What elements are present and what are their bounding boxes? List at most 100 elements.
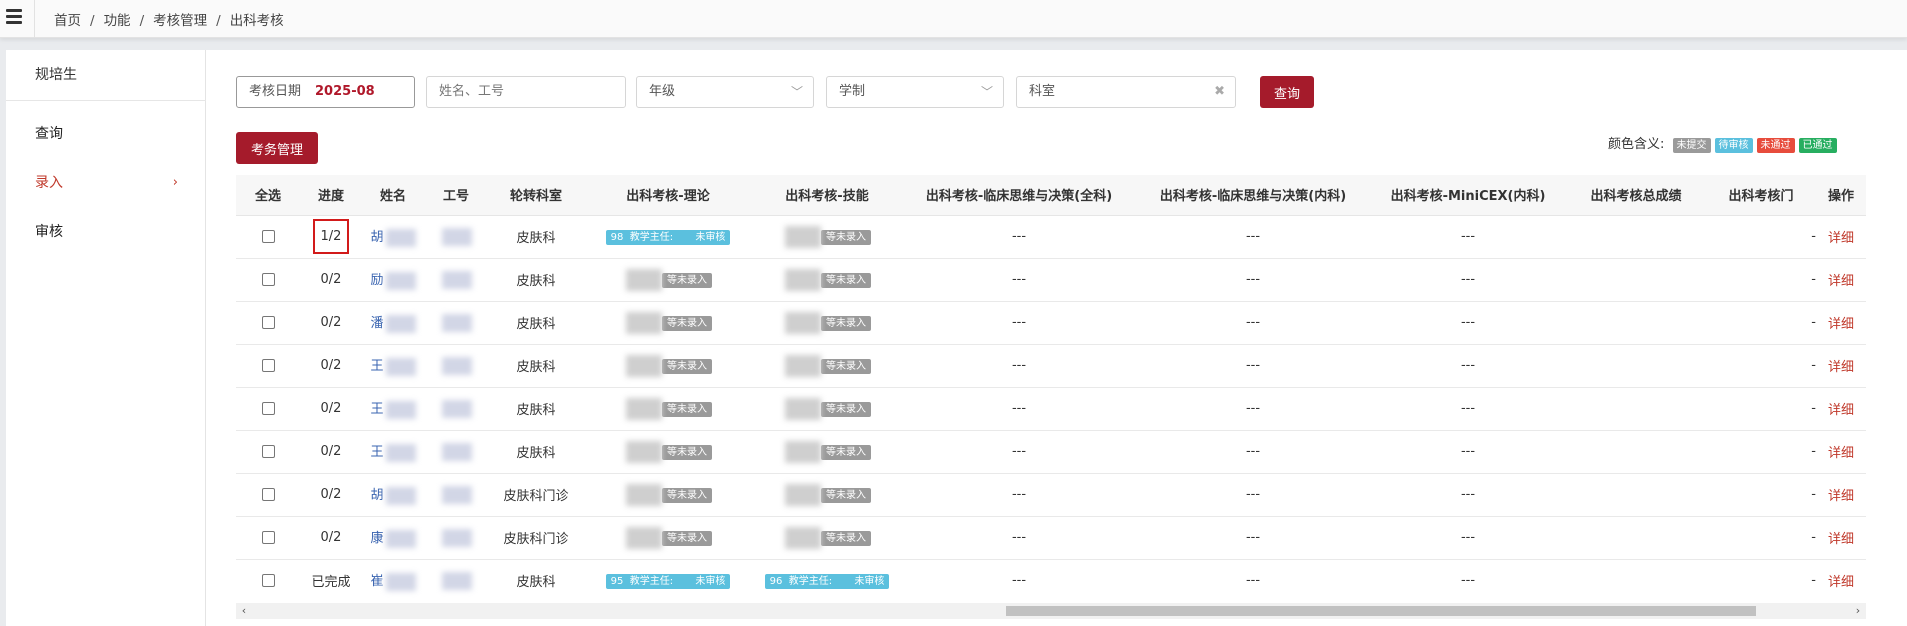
detail-link[interactable]: 详细 [1828,532,1854,547]
redacted-name [385,271,416,290]
row-checkbox[interactable] [261,531,275,544]
student-name[interactable]: 康 [370,531,383,546]
schooling-select[interactable]: 学制 ﹀ [826,76,1004,108]
row-checkbox[interactable] [261,230,275,243]
rotation-dept: 皮肤科 [488,215,584,259]
detail-link[interactable]: 详细 [1828,274,1854,289]
row-checkbox[interactable] [261,359,275,372]
student-name[interactable]: 潘 [370,316,383,331]
redacted-id [442,399,472,418]
skill-badge[interactable]: 等未录入 [821,359,871,374]
date-filter[interactable]: 考核日期 2025-08 [236,76,415,108]
name-search-field[interactable] [426,76,626,108]
detail-link[interactable]: 详细 [1828,446,1854,461]
legend-passed: 已通过 [1798,138,1837,153]
schooling-select-label: 学制 [839,84,866,99]
sidebar-item-label: 查询 [35,126,63,142]
query-button[interactable]: 查询 [1260,76,1314,108]
detail-link[interactable]: 详细 [1828,317,1854,332]
student-name[interactable]: 王 [370,359,383,374]
door-cell: - [1706,387,1816,431]
breadcrumb-function[interactable]: 功能 [104,13,131,29]
student-name[interactable]: 胡 [370,488,383,503]
header-select-all[interactable]: 全选 [236,175,300,216]
clinical-im-cell: --- [1136,301,1370,345]
table-row: 0/2 励 皮肤科 等未录入 等未录入 --- --- --- - 详细 [236,258,1866,302]
theory-badge[interactable]: 95 教学主任: 未审核 [605,573,731,589]
skill-badge[interactable]: 等未录入 [821,230,871,245]
row-checkbox[interactable] [261,488,275,501]
name-search-input[interactable] [439,77,625,106]
header-total-score: 出科考核总成绩 [1566,175,1706,216]
total-score-cell [1566,473,1706,517]
chevron-down-icon: ﹀ [790,85,803,99]
student-name[interactable]: 胡 [370,230,383,245]
student-name[interactable]: 崔 [370,574,383,589]
skill-badge[interactable]: 等未录入 [821,273,871,288]
rotation-dept: 皮肤科 [488,301,584,345]
hamburger-menu-icon[interactable] [6,9,22,25]
progress-value: 0/2 [300,473,362,517]
row-checkbox[interactable] [261,316,275,329]
main-panel: 规培生 查询 录入 › 审核 考核日期 2025-08 年级 ﹀ 学制 ﹀ 科室 ✖ 查询… [6,50,1907,626]
clinical-gp-cell: --- [902,215,1136,259]
redacted-id [442,270,472,289]
scroll-thumb[interactable] [1006,606,1756,616]
scroll-right-arrow-icon[interactable]: › [1850,603,1866,619]
breadcrumb-home[interactable]: 首页 [54,13,81,29]
data-table-wrap: 全选 进度 姓名 工号 轮转科室 出科考核-理论 出科考核-技能 出科考核-临床… [236,175,1866,601]
skill-badge[interactable]: 等未录入 [821,531,871,546]
row-checkbox[interactable] [261,574,275,587]
grade-select[interactable]: 年级 ﹀ [636,76,814,108]
detail-link[interactable]: 详细 [1828,403,1854,418]
clear-icon[interactable]: ✖ [1214,77,1225,107]
theory-badge[interactable]: 等未录入 [662,273,712,288]
student-name[interactable]: 王 [370,445,383,460]
progress-value: 0/2 [300,301,362,345]
redacted-name [385,357,416,376]
detail-link[interactable]: 详细 [1828,360,1854,375]
exam-admin-button[interactable]: 考务管理 [236,132,318,164]
horizontal-scrollbar[interactable]: ‹ › [236,603,1866,619]
theory-badge[interactable]: 等未录入 [662,316,712,331]
theory-badge[interactable]: 等未录入 [662,402,712,417]
theory-badge[interactable]: 等未录入 [662,359,712,374]
theory-badge[interactable]: 等未录入 [662,531,712,546]
skill-badge[interactable]: 等未录入 [821,316,871,331]
row-checkbox[interactable] [261,445,275,458]
minicex-cell: --- [1370,430,1566,474]
student-name[interactable]: 励 [370,273,383,288]
scroll-left-arrow-icon[interactable]: ‹ [236,603,252,619]
theory-badge[interactable]: 等未录入 [662,488,712,503]
date-filter-label: 考核日期 [249,84,302,99]
redacted-teacher [785,397,821,420]
department-select[interactable]: 科室 ✖ [1016,76,1236,108]
clinical-im-cell: --- [1136,430,1370,474]
sidebar-item-entry[interactable]: 录入 › [6,163,206,203]
minicex-cell: --- [1370,516,1566,560]
redacted-name [385,314,416,333]
detail-link[interactable]: 详细 [1828,489,1854,504]
skill-badge[interactable]: 等未录入 [821,445,871,460]
progress-value: 0/2 [300,387,362,431]
skill-badge[interactable]: 等未录入 [821,402,871,417]
table-header-row: 全选 进度 姓名 工号 轮转科室 出科考核-理论 出科考核-技能 出科考核-临床… [236,175,1866,216]
breadcrumb-exam-management[interactable]: 考核管理 [153,13,207,29]
detail-link[interactable]: 详细 [1828,575,1854,590]
redacted-name [385,400,416,419]
redacted-id [442,313,472,332]
skill-badge[interactable]: 等未录入 [821,488,871,503]
department-select-label: 科室 [1029,84,1056,99]
student-name[interactable]: 王 [370,402,383,417]
redacted-id [442,485,472,504]
sidebar-item-review[interactable]: 审核 [6,212,206,252]
redacted-id [442,528,472,547]
detail-link[interactable]: 详细 [1828,231,1854,246]
header-theory: 出科考核-理论 [584,175,752,216]
skill-badge[interactable]: 96 教学主任: 未审核 [764,573,890,589]
theory-badge[interactable]: 98 教学主任: 未审核 [605,229,731,245]
theory-badge[interactable]: 等未录入 [662,445,712,460]
row-checkbox[interactable] [261,402,275,415]
sidebar-item-query[interactable]: 查询 [6,114,206,154]
row-checkbox[interactable] [261,273,275,286]
